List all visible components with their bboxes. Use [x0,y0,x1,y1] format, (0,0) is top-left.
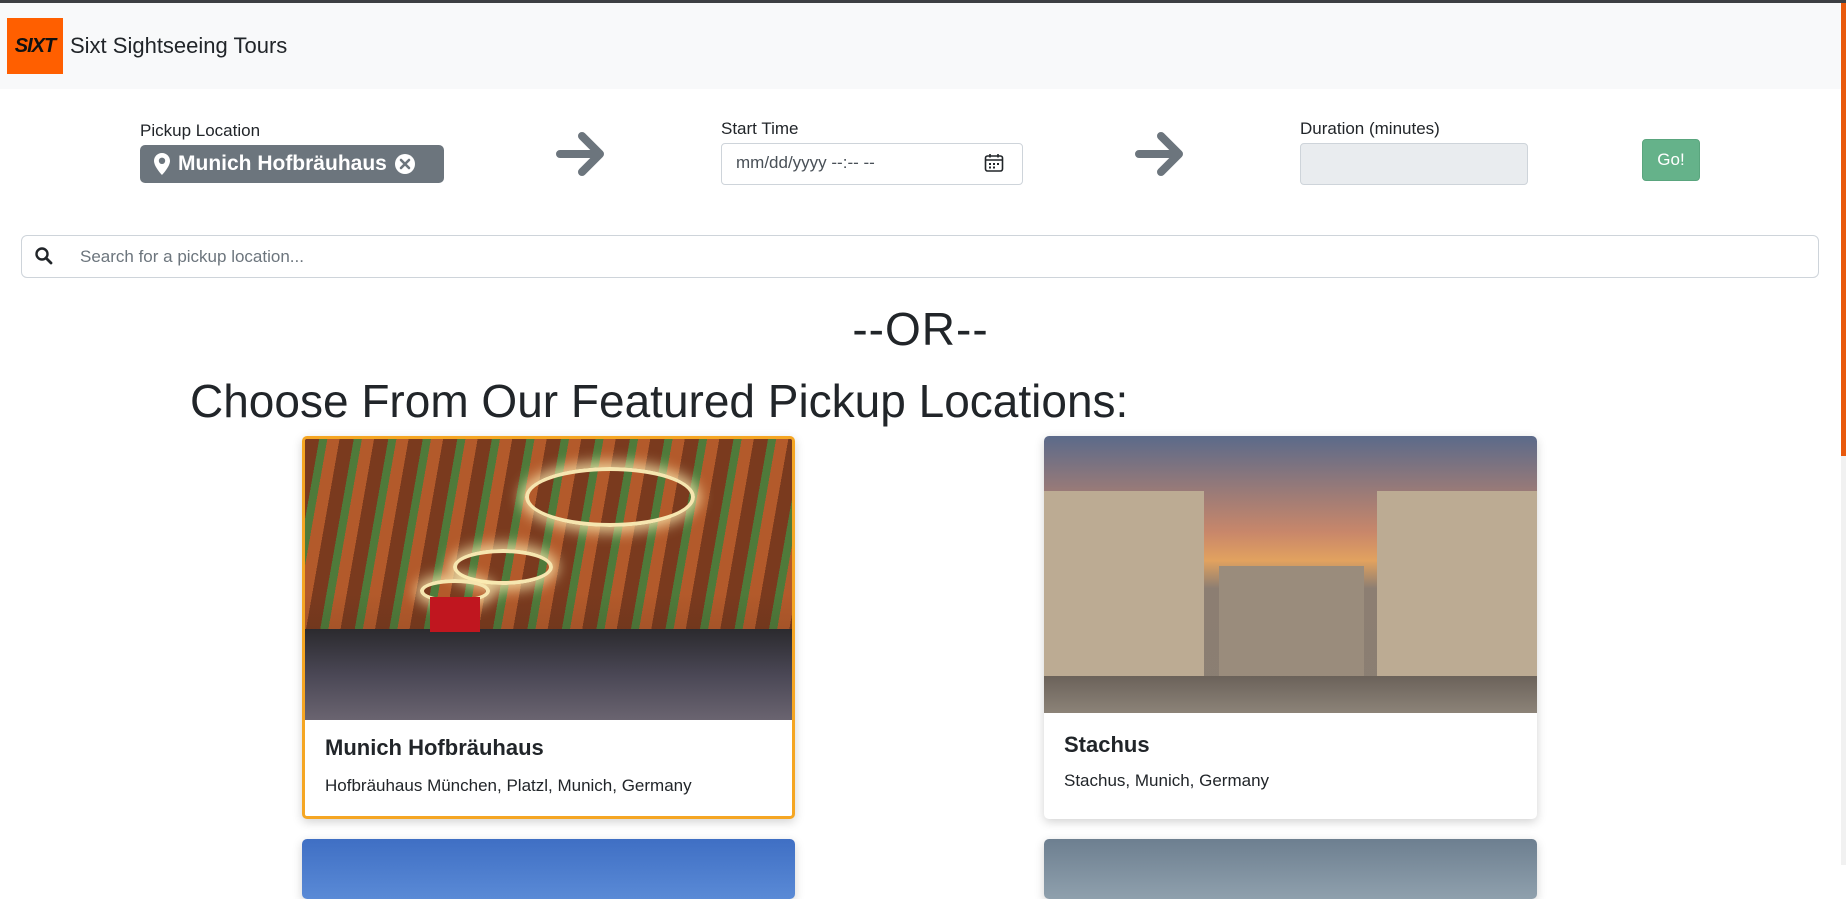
card-subtitle: Stachus, Munich, Germany [1064,771,1270,790]
card-title: Munich Hofbräuhaus [325,735,544,760]
navbar: SIXT Sixt Sightseeing Tours [0,3,1841,89]
duration-label: Duration (minutes) [1300,119,1440,138]
duration-input[interactable] [1300,143,1528,185]
location-image [1044,839,1537,899]
arrow-right-icon [1135,132,1183,176]
card-subtitle: Hofbräuhaus München, Platzl, Munich, Ger… [325,776,692,795]
chandelier-graphic [525,467,695,527]
location-card-hofbraeuhaus[interactable]: Munich Hofbräuhaus Hofbräuhaus München, … [302,436,795,819]
plaza-graphic [1044,676,1537,713]
pickup-location-value: Munich Hofbräuhaus [178,152,387,175]
featured-locations-heading: Choose From Our Featured Pickup Location… [190,375,1129,427]
stage-graphic [430,597,480,632]
pickup-location-label: Pickup Location [140,121,261,140]
or-divider: --OR-- [852,303,989,355]
scrollbar-thumb[interactable] [1841,3,1846,456]
map-pin-icon [154,153,170,175]
card-title: Stachus [1064,732,1150,757]
search-icon [35,247,53,265]
location-card-stachus[interactable]: Stachus Stachus, Munich, Germany [1044,436,1537,819]
tables-graphic [305,629,792,720]
clear-icon[interactable] [394,153,416,175]
brand-title[interactable]: Sixt Sightseeing Tours [70,33,287,59]
location-image [302,839,795,899]
location-image [1044,436,1537,713]
calendar-icon[interactable] [984,153,1004,173]
location-image [305,439,792,720]
search-input[interactable] [68,236,1768,277]
location-card[interactable] [1044,839,1537,899]
go-button[interactable]: Go! [1642,139,1700,181]
location-card[interactable] [302,839,795,899]
start-time-input[interactable]: mm/dd/yyyy --:-- -- [721,143,1023,185]
sixt-logo[interactable]: SIXT [7,18,63,74]
arrow-right-icon [556,132,604,176]
start-time-label: Start Time [721,119,799,138]
pickup-location-chip[interactable]: Munich Hofbräuhaus [140,145,444,183]
